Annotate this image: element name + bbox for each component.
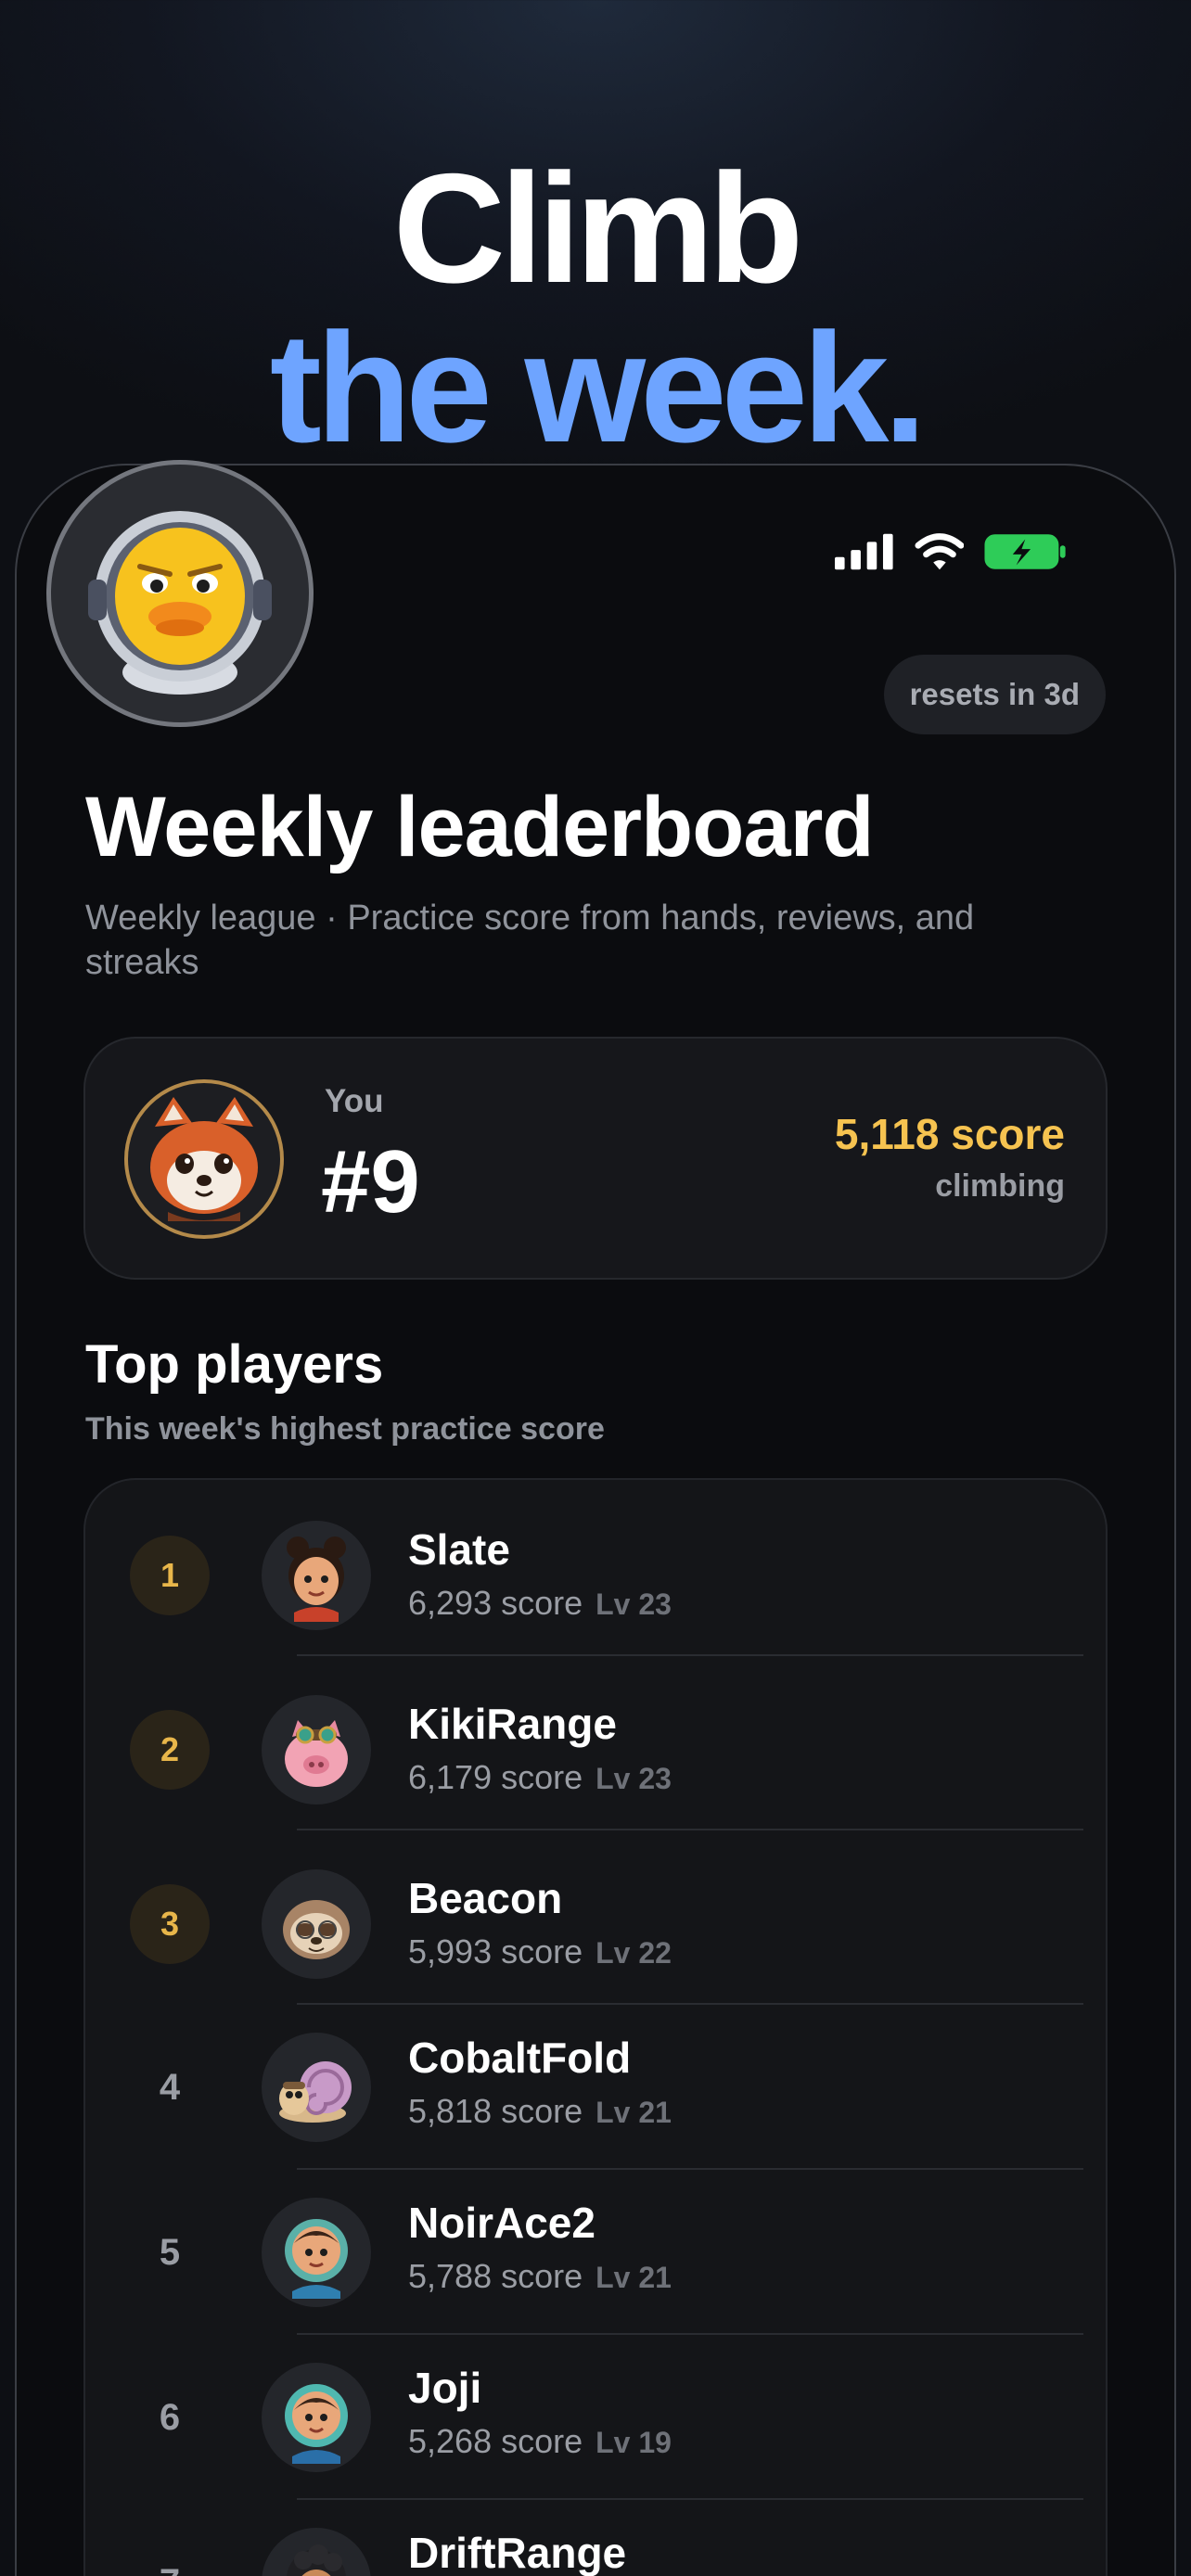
player-meta: 5,788 score Lv 21 bbox=[408, 2257, 672, 2296]
page-title: Weekly leaderboard bbox=[85, 780, 875, 874]
player-avatar bbox=[262, 2198, 371, 2307]
player-row[interactable]: 2 KikiRange 6,179 score Lv 23 bbox=[85, 1656, 1106, 1830]
player-avatar bbox=[262, 1695, 371, 1804]
player-score: 5,993 score bbox=[408, 1932, 583, 1970]
player-meta: 6,293 score Lv 23 bbox=[408, 1584, 672, 1623]
player-level: Lv 22 bbox=[596, 1936, 672, 1970]
player-name: Slate bbox=[408, 1525, 510, 1574]
player-row[interactable]: 7 DriftRange bbox=[85, 2500, 1106, 2576]
rank-badge: 2 bbox=[130, 1710, 210, 1790]
section-subtitle: This week's highest practice score bbox=[85, 1411, 605, 1447]
your-trend: climbing bbox=[935, 1168, 1065, 1204]
player-level: Lv 21 bbox=[596, 2261, 672, 2294]
snail-avatar-icon bbox=[279, 2061, 352, 2123]
duck-astronaut-icon bbox=[88, 511, 272, 695]
your-rank-card[interactable]: You #9 5,118 score climbing bbox=[83, 1037, 1108, 1280]
player-meta: 6,179 score Lv 23 bbox=[408, 1758, 672, 1797]
your-avatar bbox=[124, 1079, 284, 1239]
player-avatar bbox=[262, 1869, 371, 1979]
player-row[interactable]: 3 Beacon 5,993 score Lv 22 bbox=[85, 1830, 1106, 2005]
curly-hair-avatar-icon bbox=[287, 2544, 346, 2576]
player-level: Lv 19 bbox=[596, 2426, 672, 2459]
resets-countdown-chip: resets in 3d bbox=[883, 655, 1106, 734]
player-name: NoirAce2 bbox=[408, 2199, 596, 2247]
rank-number: 6 bbox=[159, 2396, 181, 2438]
battery-charging-icon bbox=[984, 534, 1067, 569]
players-list: 1 Slate 6,293 score Lv 23 2 KikiRange 6,… bbox=[83, 1478, 1108, 2576]
player-row[interactable]: 4 CobaltFold 5,818 score Lv 21 bbox=[85, 2005, 1106, 2170]
rank-badge: 3 bbox=[130, 1884, 210, 1964]
rank-number: 7 bbox=[130, 2543, 210, 2576]
rank-number: 4 bbox=[159, 2066, 181, 2108]
player-score: 5,788 score bbox=[408, 2257, 583, 2295]
player-avatar bbox=[262, 2363, 371, 2472]
player-meta: 5,993 score Lv 22 bbox=[408, 1932, 672, 1971]
hero-headline: Climb the week. bbox=[0, 148, 1191, 467]
your-score: 5,118 score bbox=[834, 1110, 1065, 1158]
rank-badge: 1 bbox=[130, 1536, 210, 1615]
player-level: Lv 21 bbox=[596, 2096, 672, 2129]
red-panda-icon bbox=[150, 1097, 258, 1221]
player-score: 5,818 score bbox=[408, 2092, 583, 2130]
player-name: KikiRange bbox=[408, 1700, 617, 1748]
player-row[interactable]: 1 Slate 6,293 score Lv 23 bbox=[85, 1480, 1106, 1656]
player-name: Joji bbox=[408, 2364, 482, 2412]
you-label: You bbox=[325, 1083, 384, 1119]
player-meta: 5,818 score Lv 21 bbox=[408, 2092, 672, 2131]
your-rank: #9 bbox=[321, 1132, 420, 1231]
girl-avatar-icon bbox=[287, 1537, 346, 1622]
player-score: 5,268 score bbox=[408, 2422, 583, 2460]
player-avatar bbox=[262, 1521, 371, 1630]
cellular-signal-icon bbox=[835, 533, 893, 570]
astronaut-kid-avatar-icon bbox=[285, 2384, 348, 2464]
wifi-icon bbox=[915, 533, 964, 570]
player-score: 6,179 score bbox=[408, 1758, 583, 1796]
player-avatar bbox=[262, 2528, 371, 2576]
status-bar bbox=[835, 529, 1067, 575]
sloth-avatar-icon bbox=[283, 1900, 350, 1959]
player-row[interactable]: 6 Joji 5,268 score Lv 19 bbox=[85, 2335, 1106, 2500]
player-name: CobaltFold bbox=[408, 2034, 632, 2082]
mascot-avatar bbox=[46, 460, 314, 727]
section-title: Top players bbox=[85, 1334, 384, 1395]
hero-line-2: the week. bbox=[269, 300, 927, 475]
page-subtitle: Weekly league · Practice score from hand… bbox=[85, 899, 975, 982]
hero-line-1: Climb bbox=[392, 141, 804, 315]
player-meta: 5,268 score Lv 19 bbox=[408, 2422, 672, 2461]
player-score: 6,293 score bbox=[408, 1584, 583, 1622]
player-level: Lv 23 bbox=[596, 1762, 672, 1795]
player-avatar bbox=[262, 2033, 371, 2142]
player-name: Beacon bbox=[408, 1874, 563, 1922]
player-level: Lv 23 bbox=[596, 1588, 672, 1621]
player-row[interactable]: 5 NoirAce2 5,788 score Lv 21 bbox=[85, 2170, 1106, 2335]
player-name: DriftRange bbox=[408, 2529, 627, 2576]
astronaut-boy-avatar-icon bbox=[285, 2219, 348, 2299]
rank-number: 5 bbox=[159, 2231, 181, 2273]
pig-avatar-icon bbox=[285, 1720, 348, 1787]
